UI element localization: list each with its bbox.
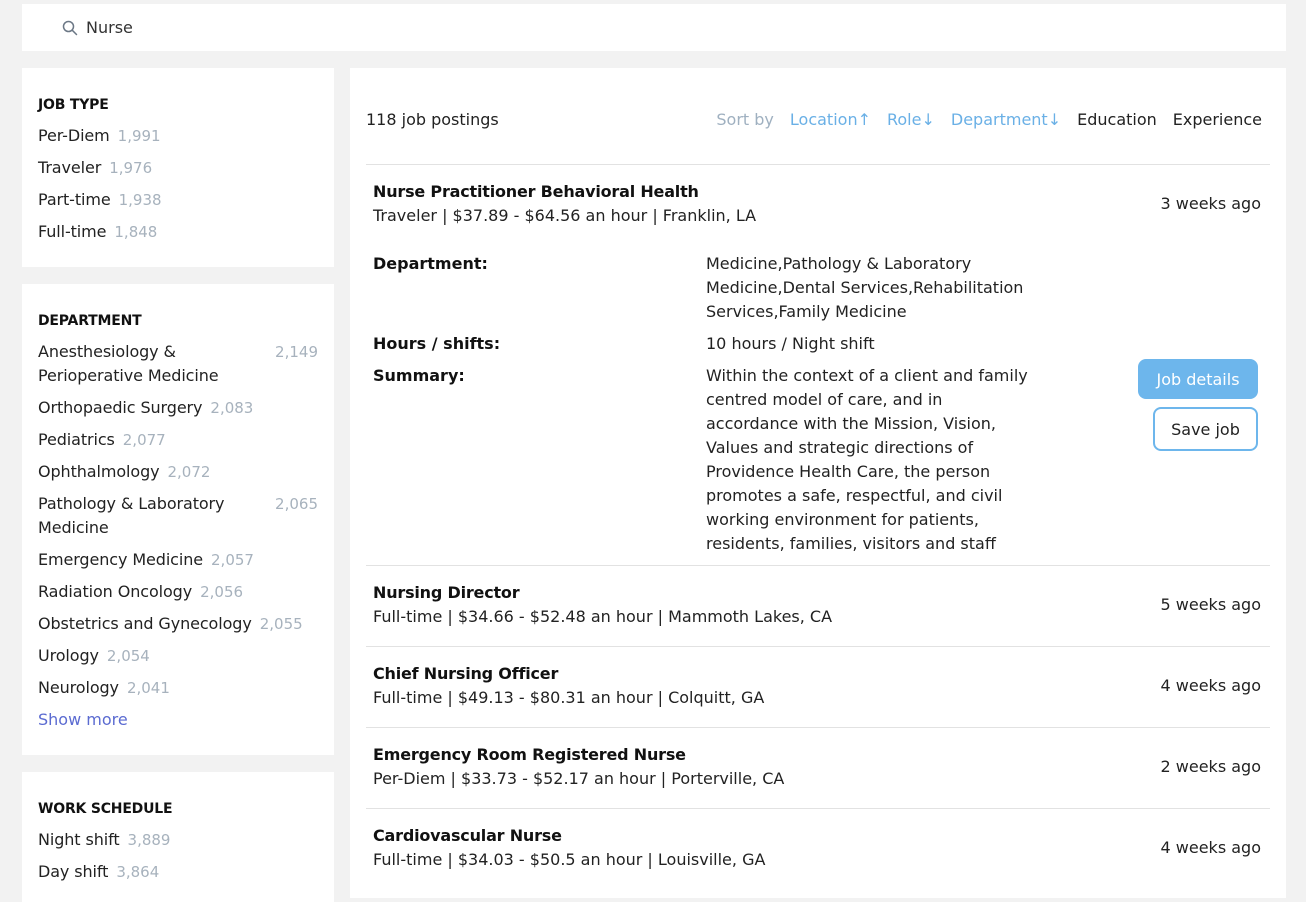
facet-neurology[interactable]: Neurology 2,041 [38,676,318,700]
summary-label: Summary: [373,366,465,385]
job-title[interactable]: Chief Nursing Officer [373,664,558,683]
job-meta: Full-time | $34.66 - $52.48 an hour | Ma… [373,607,833,626]
facet-pathology[interactable]: Pathology & Laboratory Medicine 2,065 [38,492,318,540]
facet-count: 2,054 [106,647,150,665]
facet-day-shift[interactable]: Day shift 3,864 [38,860,318,884]
work-schedule-heading: WORK SCHEDULE [38,801,173,817]
facet-count: 2,077 [122,431,166,449]
facet-count: 2,065 [275,495,318,513]
sort-options: Sort by Location↑ Role↓ Department↓ Educ… [716,110,1262,129]
facet-count: 1,991 [117,127,161,145]
job-posted-ago: 4 weeks ago [1160,676,1261,695]
facet-urology[interactable]: Urology 2,054 [38,644,318,668]
facet-pediatrics[interactable]: Pediatrics 2,077 [38,428,318,452]
department-filter: DEPARTMENT Anesthesiology & Perioperativ… [22,284,334,755]
job-card[interactable]: Nursing Director Full-time | $34.66 - $5… [366,566,1270,646]
facet-label: Neurology [38,678,119,697]
facet-orthopaedic-surgery[interactable]: Orthopaedic Surgery 2,083 [38,396,318,420]
facet-label: Ophthalmology [38,462,160,481]
facet-label: Night shift [38,830,120,849]
facet-radiation-oncology[interactable]: Radiation Oncology 2,056 [38,580,318,604]
facet-label: Pediatrics [38,430,115,449]
sort-role[interactable]: Role↓ [887,110,935,129]
job-posted-ago: 4 weeks ago [1160,838,1261,857]
job-card[interactable]: Emergency Room Registered Nurse Per-Diem… [366,728,1270,808]
sort-education[interactable]: Education [1077,110,1157,129]
sort-department[interactable]: Department↓ [951,110,1061,129]
job-type-heading: JOB TYPE [38,97,109,113]
facet-label: Orthopaedic Surgery [38,398,203,417]
job-title[interactable]: Emergency Room Registered Nurse [373,745,686,764]
job-card[interactable]: Cardiovascular Nurse Full-time | $34.03 … [366,809,1270,889]
facet-count: 2,083 [210,399,254,417]
save-job-button[interactable]: Save job [1153,407,1258,451]
facet-count: 3,889 [127,831,171,849]
summary-value: Within the context of a client and famil… [706,366,1028,553]
facet-count: 2,057 [211,551,254,569]
facet-label: Emergency Medicine [38,550,204,569]
facet-label: Obstetrics and Gynecology [38,614,252,633]
facet-count: 1,976 [109,159,153,177]
job-title[interactable]: Nurse Practitioner Behavioral Health [373,182,699,201]
facet-per-diem[interactable]: Per-Diem 1,991 [38,124,318,148]
facet-label: Per-Diem [38,126,110,145]
job-card[interactable]: Chief Nursing Officer Full-time | $49.13… [366,647,1270,727]
facet-part-time[interactable]: Part-time 1,938 [38,188,318,212]
show-more-link[interactable]: Show more [38,708,318,732]
facet-count: 2,072 [167,463,211,481]
facet-emergency-medicine[interactable]: Emergency Medicine 2,057 [38,548,318,572]
facet-label: Full-time [38,222,107,241]
results-toolbar: 118 job postings Sort by Location↑ Role↓… [366,106,1262,132]
job-meta: Full-time | $49.13 - $80.31 an hour | Co… [373,688,765,707]
sort-by-label: Sort by [716,109,774,129]
facet-count: 2,149 [275,343,318,361]
facet-label: Day shift [38,862,109,881]
facet-label: Radiation Oncology [38,582,193,601]
search-input[interactable] [86,18,686,37]
facet-anesthesiology[interactable]: Anesthesiology & Perioperative Medicine … [38,340,318,388]
facet-label: Part-time [38,190,111,209]
facet-full-time[interactable]: Full-time 1,848 [38,220,318,244]
facet-ophthalmology[interactable]: Ophthalmology 2,072 [38,460,318,484]
department-label: Department: [373,254,488,273]
job-meta: Traveler | $37.89 - $64.56 an hour | Fra… [373,206,757,225]
results-count: 118 job postings [366,109,499,129]
sort-experience[interactable]: Experience [1173,110,1262,129]
facet-count: 3,864 [116,863,160,881]
job-title[interactable]: Cardiovascular Nurse [373,826,562,845]
facet-label: Traveler [38,158,102,177]
hours-value: 10 hours / Night shift [706,334,875,353]
facet-count: 2,056 [200,583,244,601]
job-meta: Per-Diem | $33.73 - $52.17 an hour | Por… [373,769,785,788]
facet-obstetrics[interactable]: Obstetrics and Gynecology 2,055 [38,612,318,636]
job-title[interactable]: Nursing Director [373,583,520,602]
search-icon [62,20,78,35]
job-type-filter: JOB TYPE Per-Diem 1,991 Traveler 1,976 P… [22,68,334,267]
search-bar [22,4,1286,51]
facet-label: Anesthesiology & Perioperative Medicine [38,342,219,385]
facet-count: 2,041 [126,679,170,697]
job-posted-ago: 3 weeks ago [1160,194,1261,213]
results-panel: 118 job postings Sort by Location↑ Role↓… [350,68,1286,898]
job-meta: Full-time | $34.03 - $50.5 an hour | Lou… [373,850,766,869]
sort-location[interactable]: Location↑ [790,110,871,129]
department-value: Medicine,Pathology & Laboratory Medicine… [706,254,1024,321]
job-card-expanded[interactable]: Nurse Practitioner Behavioral Health Tra… [366,165,1270,565]
job-posted-ago: 5 weeks ago [1160,595,1261,614]
department-heading: DEPARTMENT [38,313,142,329]
facet-label: Urology [38,646,99,665]
facet-night-shift[interactable]: Night shift 3,889 [38,828,318,852]
facet-count: 1,848 [114,223,158,241]
facet-count: 1,938 [118,191,162,209]
hours-label: Hours / shifts: [373,334,501,353]
job-posted-ago: 2 weeks ago [1160,757,1261,776]
work-schedule-filter: WORK SCHEDULE Night shift 3,889 Day shif… [22,772,334,902]
facet-traveler[interactable]: Traveler 1,976 [38,156,318,180]
facet-label: Pathology & Laboratory Medicine [38,494,225,537]
facet-count: 2,055 [259,615,303,633]
job-details-button[interactable]: Job details [1138,359,1258,399]
